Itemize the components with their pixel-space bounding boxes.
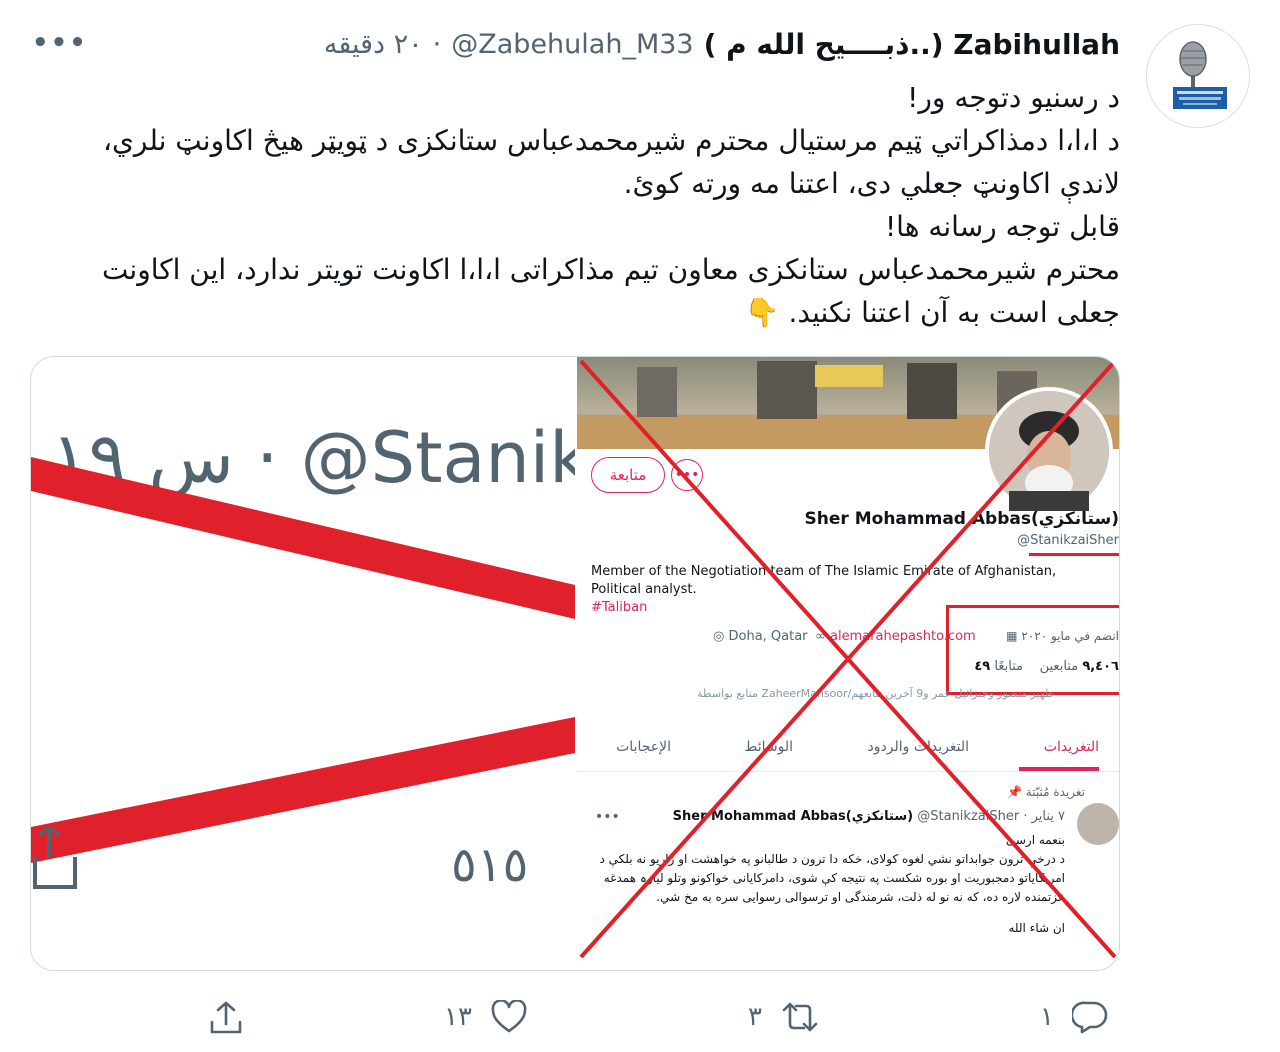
reply-count: ١ (1040, 1002, 1054, 1032)
tweet-header: ( ذبــــيح الله م..) Zabihullah @Zabehul… (324, 24, 1120, 64)
retweet-action[interactable]: ٣ (748, 1000, 820, 1034)
header-separator: · (432, 28, 442, 60)
profile-screenshot: متابعة ••• Sher Mohammad Abbas(ستانکزي) … (577, 357, 1119, 970)
tweet-media[interactable]: س ١٩ · @Stanikzai ٥١٥ (30, 356, 1120, 971)
tweet-line: د رسنيو دتوجه ور! (907, 81, 1120, 114)
heart-icon[interactable] (490, 1000, 528, 1034)
author-name[interactable]: ( ذبــــيح الله م..) Zabihullah (704, 28, 1120, 61)
more-options-icon[interactable]: ••• (32, 28, 88, 58)
tweet-line: قابل توجه رسانه ها! (884, 210, 1120, 243)
author-avatar[interactable] (1146, 24, 1250, 128)
tweet-text: د رسنيو دتوجه ور! د ا،ا،ا دمذاکراتي ټيم … (60, 76, 1120, 334)
retweet-count: ٣ (748, 1002, 762, 1032)
tweet-actions: ١ ٣ ١٣ (0, 1000, 1280, 1040)
microphone-logo-icon (1147, 25, 1249, 127)
tweet-line: د ا،ا،ا دمذاکراتي ټيم مرستيال محترم شيرم… (102, 124, 1120, 200)
tweet-time[interactable]: ٢٠ دقيقه (324, 29, 423, 60)
share-icon[interactable] (208, 1000, 244, 1036)
reply-action[interactable]: ١ (1040, 1000, 1108, 1034)
author-handle[interactable]: @Zabehulah_M33 (451, 29, 693, 60)
red-x-overlay (579, 359, 1117, 959)
like-count: ١٣ (444, 1002, 472, 1032)
red-strike-lines (31, 457, 575, 863)
reply-icon[interactable] (1071, 1000, 1108, 1034)
tweet-line: محترم شیرمحمدعباس ستانکزی معاون تیم مذاک… (101, 253, 1120, 329)
retweet-icon[interactable] (780, 1000, 820, 1034)
like-action[interactable]: ١٣ (444, 1000, 528, 1034)
zoomed-screenshot: س ١٩ · @Stanikzai ٥١٥ (31, 357, 575, 970)
share-fragment-icon (33, 827, 77, 889)
share-action[interactable] (208, 1000, 244, 1036)
